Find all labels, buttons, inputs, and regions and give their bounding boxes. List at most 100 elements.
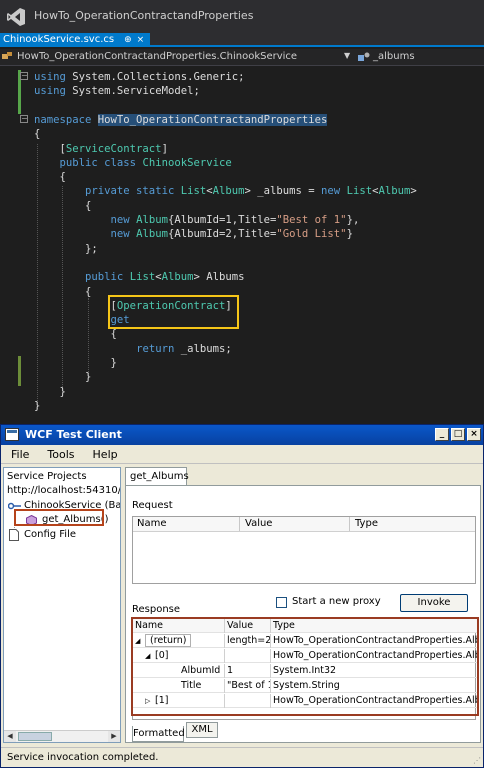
code-line[interactable]: { — [34, 327, 117, 341]
code-token: Album — [378, 185, 411, 198]
code-token: System.Collections.Generic; — [72, 71, 245, 83]
code-token: } — [34, 399, 41, 412]
code-token: [ — [34, 299, 117, 312]
response-row[interactable]: ▷ [1] HowTo_OperationContractandProperties… — [133, 694, 477, 708]
start-new-proxy-label: Start a new proxy — [292, 596, 381, 607]
code-line[interactable]: } — [34, 356, 117, 370]
response-row[interactable]: ◢ [0] HowTo_OperationContractandProperties… — [133, 649, 477, 663]
code-token: HowTo_OperationContractandProperties — [97, 113, 328, 126]
column-value[interactable]: Value — [225, 619, 271, 633]
code-line[interactable]: public class ChinookService — [34, 156, 232, 170]
code-line[interactable]: } — [34, 370, 91, 384]
code-token: private static — [85, 185, 181, 198]
maximize-button[interactable]: □ — [451, 428, 465, 441]
menu-help[interactable]: Help — [93, 448, 118, 461]
resize-grip-icon[interactable]: ⋰ — [473, 756, 481, 765]
close-button[interactable]: × — [467, 428, 481, 441]
code-line[interactable]: } — [34, 399, 40, 413]
code-token: public — [85, 271, 130, 284]
pin-tab-icon[interactable]: ⊕ — [124, 33, 132, 47]
start-new-proxy-checkbox[interactable] — [276, 597, 287, 608]
code-token: ChinookService — [142, 156, 232, 169]
collapse-icon[interactable]: − — [20, 115, 28, 123]
code-line[interactable]: { — [34, 170, 66, 184]
response-row[interactable]: AlbumId 1 System.Int32 — [133, 664, 477, 678]
tab-label: ChinookService.svc.cs — [3, 34, 115, 45]
invoke-button[interactable]: Invoke — [400, 594, 468, 612]
code-line[interactable]: using System.ServiceModel; — [34, 84, 200, 98]
tab-chinookservice-svc-cs[interactable]: ChinookService.svc.cs ⊕ × — [0, 33, 150, 47]
operation-panel: Request Name Value Type Response Start a… — [125, 485, 481, 743]
config-file-icon — [9, 529, 19, 541]
code-token: Album — [161, 271, 194, 284]
menu-tools[interactable]: Tools — [47, 448, 74, 461]
response-row[interactable]: ◢ (return) length=2 HowTo_OperationContract… — [133, 634, 477, 648]
expand-toggle-icon[interactable]: ◢ — [135, 634, 145, 648]
scroll-left-icon[interactable]: ◀ — [4, 731, 16, 742]
code-token: namespace — [34, 113, 98, 126]
code-token: new — [110, 228, 137, 241]
vs-title-bar: HowTo_OperationContractandProperties — [0, 0, 484, 33]
type-dropdown-label: HowTo_OperationContractandProperties.Chi… — [17, 51, 298, 62]
response-cell-name: ◢ (return) — [133, 634, 225, 648]
code-token: Album — [136, 228, 168, 241]
column-type[interactable]: Type — [355, 518, 378, 529]
column-name[interactable]: Name — [133, 619, 225, 633]
scroll-right-icon[interactable]: ▶ — [108, 731, 120, 742]
code-token: } — [34, 371, 92, 384]
tab-get-albums[interactable]: get_Albums — [125, 467, 189, 485]
response-row[interactable]: Title "Best of 1"System.String — [133, 679, 477, 693]
response-cell-value — [225, 694, 271, 708]
code-line[interactable]: }; — [34, 242, 98, 256]
tree-config-file[interactable]: Config File — [24, 529, 76, 540]
code-line[interactable]: new Album{AlbumId=1,Title="Best of 1"}, — [34, 213, 360, 227]
code-line[interactable]: new Album{AlbumId=2,Title="Gold List"} — [34, 227, 353, 241]
minimize-button[interactable]: _ — [435, 428, 449, 441]
scroll-thumb[interactable] — [18, 732, 52, 741]
member-dropdown[interactable]: _albums — [358, 51, 415, 62]
tree-root[interactable]: Service Projects — [7, 471, 87, 482]
response-cell-type: HowTo_OperationContractandProperties.Alb… — [273, 635, 477, 646]
tab-formatted[interactable]: Formatted — [132, 726, 185, 742]
type-dropdown[interactable]: HowTo_OperationContractandProperties.Chi… — [2, 51, 297, 62]
column-type[interactable]: Type — [271, 619, 477, 633]
menu-file[interactable]: File — [11, 448, 29, 461]
code-token: {AlbumId=1,Title= — [167, 214, 277, 226]
code-token: { — [34, 285, 92, 298]
code-editor[interactable]: − − using System.Collections.Generic; usi… — [0, 66, 484, 424]
request-grid[interactable]: Name Value Type — [132, 516, 476, 584]
code-line[interactable]: private static List<Album> _albums = new… — [34, 184, 417, 198]
response-cell-name: ◢ [0] — [133, 649, 225, 663]
code-line[interactable]: [ServiceContract] — [34, 142, 168, 156]
code-line[interactable]: namespace HowTo_OperationContractandProp… — [34, 113, 328, 127]
code-token: } — [346, 228, 353, 241]
response-name-text: [0] — [155, 650, 169, 661]
code-line[interactable]: { — [34, 285, 91, 299]
code-token: { — [34, 128, 41, 141]
code-line[interactable]: return _albums; — [34, 342, 232, 356]
member-dropdown-label: _albums — [373, 51, 415, 62]
expand-toggle-icon[interactable]: ▷ — [145, 694, 155, 708]
column-name[interactable]: Name — [137, 518, 167, 529]
chevron-down-icon[interactable]: ▼ — [344, 51, 350, 60]
response-grid[interactable]: Name Value Type ◢ (return) length=2 HowTo_O… — [132, 618, 477, 720]
code-line[interactable]: } — [34, 385, 66, 399]
response-cell-value: length=2 — [227, 634, 271, 648]
code-line[interactable]: using System.Collections.Generic; — [34, 70, 245, 84]
tab-xml[interactable]: XML — [186, 722, 218, 738]
code-line[interactable]: { — [34, 199, 91, 213]
expand-toggle-icon[interactable]: ◢ — [145, 649, 155, 663]
tree-endpoint[interactable]: http://localhost:54310/Ch — [7, 485, 120, 496]
collapse-icon[interactable]: − — [20, 72, 28, 80]
horizontal-scrollbar[interactable]: ◀ ▶ — [4, 730, 120, 742]
close-tab-icon[interactable]: × — [137, 33, 145, 47]
code-line[interactable]: { — [34, 127, 40, 141]
response-cell-type: System.String — [273, 680, 340, 691]
code-line[interactable]: public List<Album> Albums — [34, 270, 244, 284]
vs-solution-title: HowTo_OperationContractandProperties — [34, 9, 254, 22]
column-value[interactable]: Value — [245, 518, 272, 529]
wcf-test-client-window: WCF Test Client _ □ × File Tools Help Se… — [0, 424, 484, 768]
code-token: List — [180, 185, 207, 198]
